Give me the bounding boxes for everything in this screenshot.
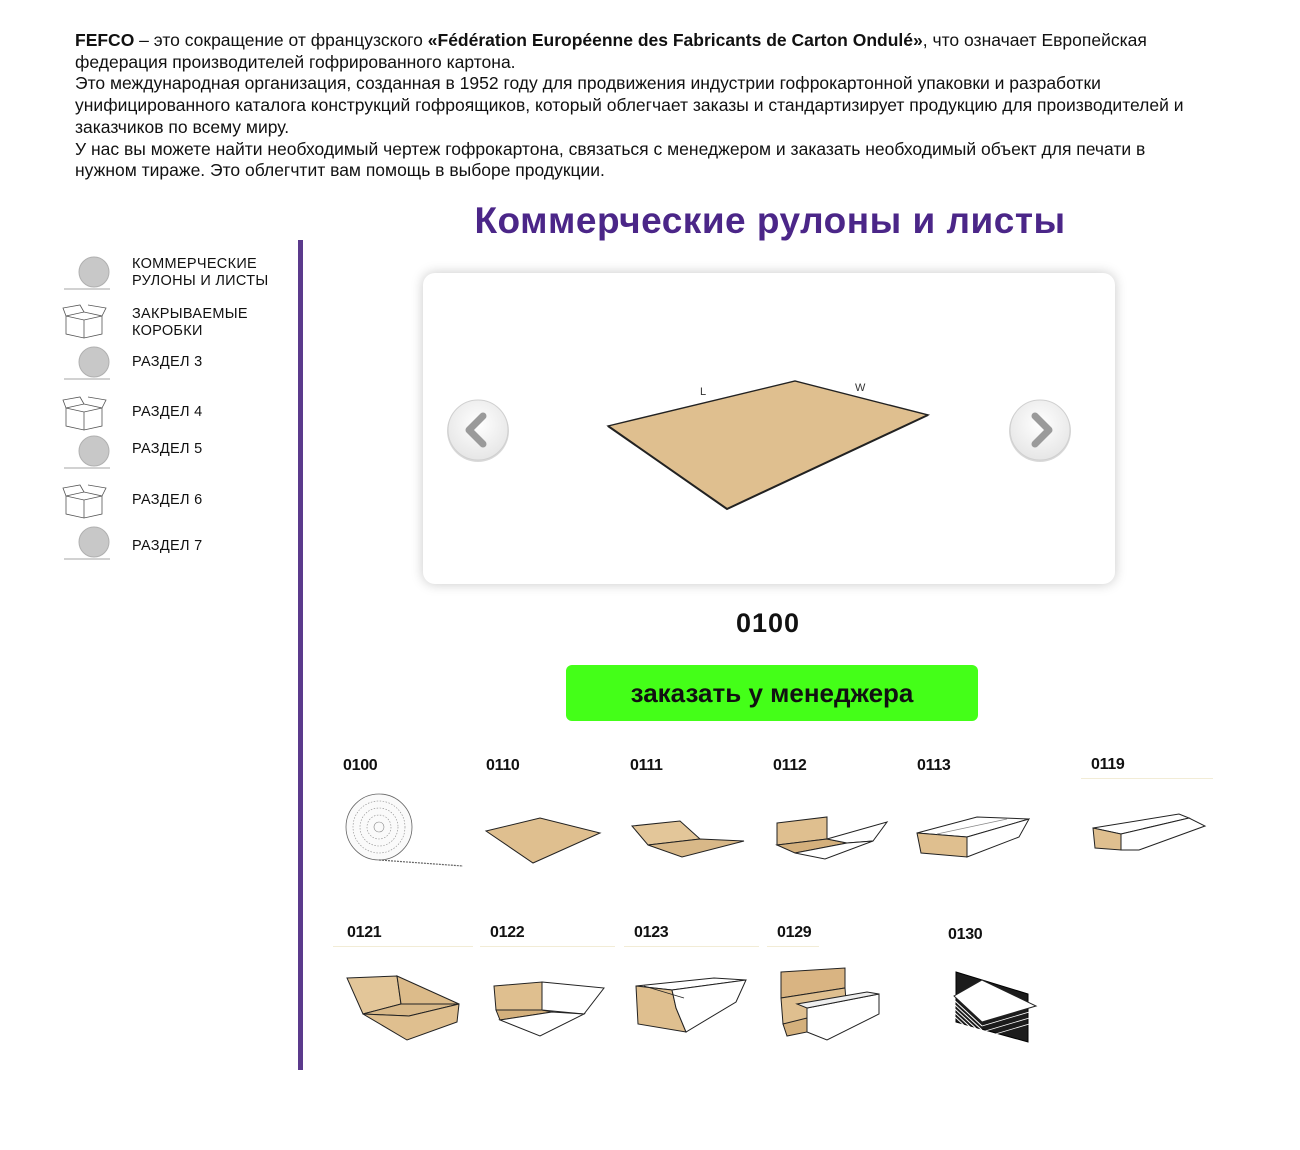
- sidebar-item-section-7[interactable]: Раздел 7: [62, 524, 292, 572]
- folder-illustration: [1092, 813, 1207, 851]
- thumb-code: 0110: [486, 757, 520, 774]
- slider-next-button[interactable]: [1007, 398, 1073, 464]
- sidebar-divider: [298, 240, 303, 1070]
- thumb-code: 0112: [773, 757, 807, 774]
- thumb-divider: [1081, 778, 1213, 779]
- sheet-illustration: [484, 817, 602, 864]
- roll-icon: [64, 346, 110, 380]
- product-thumb-0130[interactable]: 0130: [938, 926, 1073, 1056]
- thumb-divider: [333, 946, 473, 947]
- sidebar-item-label: Раздел 3: [132, 354, 203, 370]
- roll-icon: [64, 435, 110, 469]
- thumb-code: 0130: [948, 926, 983, 943]
- sleeve-illustration: [916, 816, 1031, 858]
- sidebar-item-label: Раздел 4: [132, 404, 203, 420]
- thumb-divider: [624, 946, 759, 947]
- sidebar-item-label: Раздел 7: [132, 538, 203, 554]
- folded-sheet-illustration: [631, 820, 745, 858]
- product-thumb-0113[interactable]: 0113: [907, 757, 1042, 887]
- fefco-abbr: FEFCO: [75, 30, 135, 50]
- thumb-code: 0129: [777, 924, 812, 941]
- thumb-code: 0113: [917, 757, 951, 774]
- dimension-w-label: W: [855, 382, 866, 394]
- roll-illustration: [345, 793, 464, 867]
- thumb-divider: [767, 946, 819, 947]
- half-box-illustration: [493, 981, 605, 1037]
- current-product-code: 0100: [735, 608, 801, 638]
- page-title: Коммерческие рулоны и листы: [474, 200, 1066, 241]
- sidebar-item-section-5[interactable]: Раздел 5: [62, 433, 292, 481]
- thumb-divider: [480, 946, 615, 947]
- sidebar-item-label: Закрываемые коробки: [132, 306, 248, 339]
- product-thumb-0112[interactable]: 0112: [763, 757, 898, 887]
- roll-icon: [64, 256, 110, 290]
- intro-paragraph-2: Это международная организация, созданная…: [75, 73, 1184, 137]
- product-thumb-0122[interactable]: 0122: [480, 924, 615, 1054]
- order-from-manager-button[interactable]: заказать у менеджера: [566, 665, 978, 721]
- sidebar-item-closable-boxes[interactable]: Закрываемые коробки: [62, 302, 292, 350]
- thumb-code: 0122: [490, 924, 525, 941]
- product-thumb-0100[interactable]: 0100: [333, 757, 468, 887]
- sidebar-item-section-3[interactable]: Раздел 3: [62, 344, 292, 392]
- lid-box-illustration: [780, 967, 880, 1041]
- sheet-stack-illustration: [953, 971, 1038, 1043]
- product-thumb-0111[interactable]: 0111: [620, 757, 755, 887]
- box-icon: [62, 304, 107, 339]
- telescope-box-illustration: [635, 977, 747, 1033]
- product-thumb-0121[interactable]: 0121: [333, 924, 473, 1054]
- slider-prev-button[interactable]: [445, 398, 511, 464]
- product-thumb-0110[interactable]: 0110: [476, 757, 611, 887]
- thumb-code: 0119: [1091, 756, 1125, 773]
- intro-text-1: – это сокращение от французского: [134, 30, 428, 50]
- intro-paragraph-1: FEFCO – это сокращение от французского «…: [75, 30, 1195, 73]
- product-thumb-0119[interactable]: 0119: [1081, 756, 1216, 886]
- roll-icon: [64, 526, 110, 560]
- intro-text: FEFCO – это сокращение от французского «…: [75, 30, 1195, 182]
- sidebar-item-commercial-rolls[interactable]: Коммерческие рулоны и листы: [62, 252, 292, 300]
- box-icon: [62, 396, 107, 431]
- fefco-full-name: «Fédération Européenne des Fabricants de…: [427, 30, 923, 50]
- sidebar-item-label: Коммерческие рулоны и листы: [132, 256, 269, 289]
- product-thumb-0123[interactable]: 0123: [624, 924, 759, 1054]
- tray-illustration: [775, 816, 889, 860]
- thumb-code: 0121: [347, 924, 382, 941]
- thumb-code: 0100: [343, 757, 378, 774]
- product-thumb-0129[interactable]: 0129: [767, 924, 902, 1054]
- wrap-illustration: [346, 975, 460, 1041]
- intro-paragraph-3: У нас вы можете найти необходимый чертеж…: [75, 138, 1146, 181]
- thumb-code: 0123: [634, 924, 669, 941]
- sidebar-item-section-6[interactable]: Раздел 6: [62, 482, 292, 530]
- sidebar-item-label: Раздел 6: [132, 492, 203, 508]
- thumb-code: 0111: [630, 757, 663, 774]
- sidebar-item-label: Раздел 5: [132, 441, 203, 457]
- box-icon: [62, 484, 107, 519]
- dimension-l-label: L: [700, 386, 706, 398]
